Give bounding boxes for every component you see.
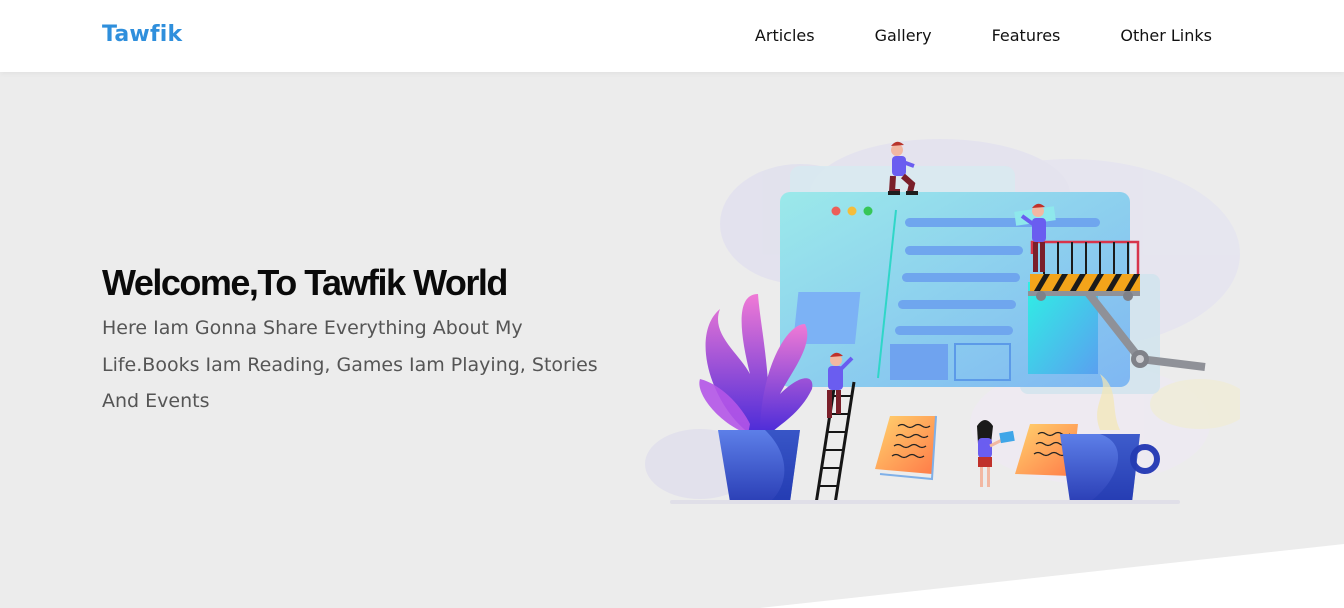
- hero-section: Welcome,To Tawfik World Here Iam Gonna S…: [0, 72, 1344, 608]
- nav-link-articles[interactable]: Articles: [755, 26, 815, 45]
- main-nav: Articles Gallery Features Other Links: [755, 26, 1212, 45]
- nav-link-gallery[interactable]: Gallery: [875, 26, 932, 45]
- bottom-slant-divider: [760, 544, 1344, 608]
- site-header: Tawfik Articles Gallery Features Other L…: [0, 0, 1344, 72]
- nav-link-features[interactable]: Features: [992, 26, 1061, 45]
- site-logo[interactable]: Tawfik: [102, 22, 182, 47]
- nav-link-other-links[interactable]: Other Links: [1120, 26, 1212, 45]
